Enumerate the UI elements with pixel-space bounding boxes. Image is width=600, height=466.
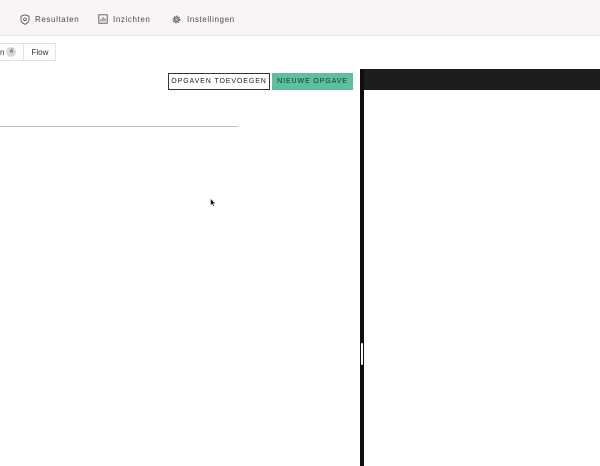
page: Resultaten Inzichten Instellingen n 4 Fl… [0, 0, 600, 466]
tab-label: Flow [31, 47, 49, 57]
chart-icon [98, 14, 108, 24]
nav-item-results[interactable]: Resultaten [20, 12, 79, 26]
panel-resize-handle[interactable] [361, 343, 363, 365]
top-navigation: Resultaten Inzichten Instellingen [0, 0, 600, 36]
tab-tasks[interactable]: n 4 [0, 43, 24, 61]
tab-label: n [0, 47, 5, 57]
gear-icon [171, 14, 182, 25]
view-tabs: n 4 Flow [0, 43, 57, 61]
tab-flow[interactable]: Flow [23, 43, 57, 61]
nav-item-insights[interactable]: Inzichten [98, 12, 150, 26]
nav-item-label: Instellingen [187, 14, 235, 24]
side-panel-header [364, 69, 600, 90]
new-task-button[interactable]: NIEUWE OPGAVE [272, 73, 353, 90]
count-badge: 4 [6, 47, 17, 57]
shield-icon [20, 13, 30, 25]
nav-item-label: Resultaten [35, 14, 80, 24]
mouse-cursor-icon [210, 194, 216, 212]
section-divider [0, 126, 238, 127]
nav-item-settings[interactable]: Instellingen [171, 12, 235, 26]
side-panel [360, 69, 600, 466]
nav-item-label: Inzichten [113, 14, 151, 24]
add-tasks-button[interactable]: OPGAVEN TOEVOEGEN [168, 73, 270, 90]
